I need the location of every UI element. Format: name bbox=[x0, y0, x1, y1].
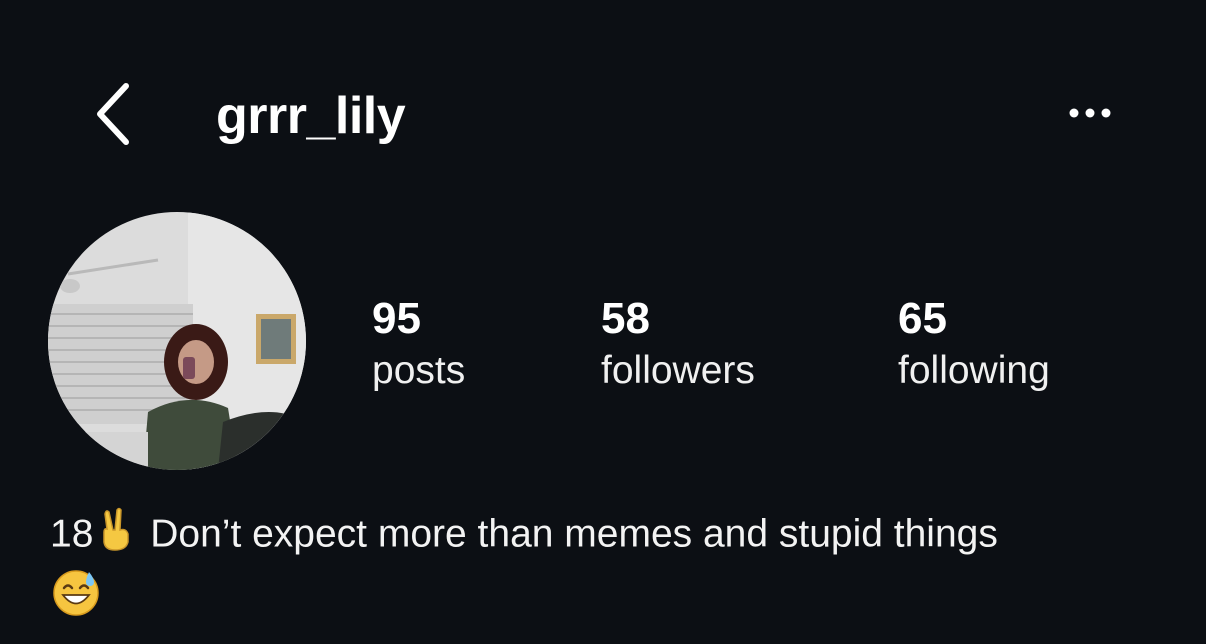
profile-bio: 18 Don’t expect more than memes and stup… bbox=[50, 506, 1170, 632]
grinning-sweat-emoji bbox=[50, 566, 102, 632]
ellipsis-icon bbox=[1069, 108, 1111, 118]
profile-username: grrr_lily bbox=[216, 87, 406, 145]
followers-value: 58 bbox=[601, 294, 650, 343]
following-count[interactable]: 65 following bbox=[898, 292, 1050, 396]
bio-age: 18 bbox=[50, 512, 94, 556]
posts-value: 95 bbox=[372, 294, 421, 343]
profile-avatar[interactable] bbox=[48, 212, 306, 470]
victory-hand-emoji bbox=[93, 506, 139, 566]
posts-count[interactable]: 95 posts bbox=[372, 292, 465, 396]
following-label: following bbox=[898, 349, 1050, 392]
profile-photo bbox=[48, 212, 306, 470]
more-options-button[interactable] bbox=[1062, 88, 1126, 138]
followers-count[interactable]: 58 followers bbox=[601, 292, 755, 396]
posts-label: posts bbox=[372, 349, 466, 392]
bio-text: Don’t expect more than memes and stupid … bbox=[150, 512, 998, 556]
following-value: 65 bbox=[898, 294, 947, 343]
top-nav-bar: grrr_lily bbox=[0, 60, 1206, 170]
back-button[interactable] bbox=[82, 78, 142, 150]
followers-label: followers bbox=[601, 349, 755, 392]
chevron-left-icon bbox=[97, 83, 129, 145]
